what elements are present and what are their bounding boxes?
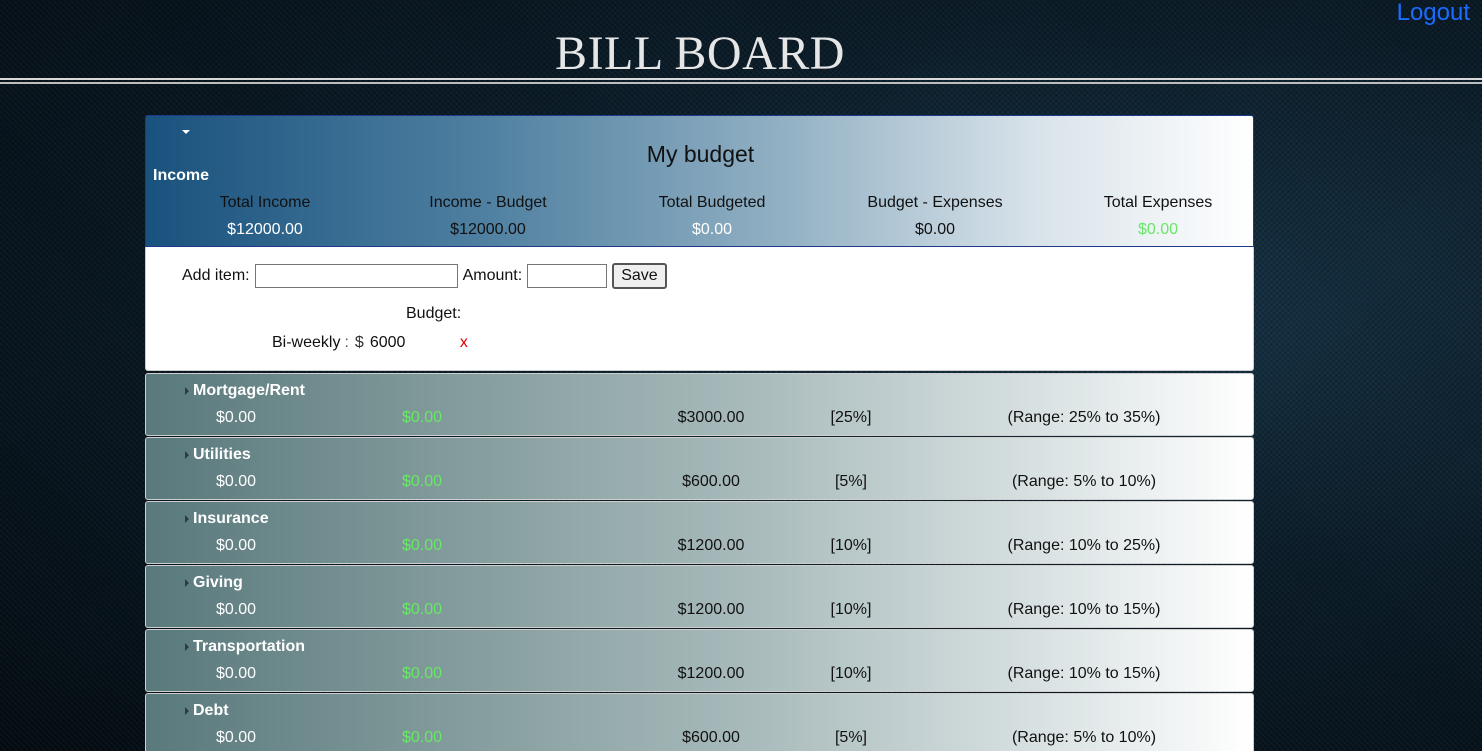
caret-down-icon[interactable] (182, 130, 190, 134)
category-name[interactable]: Transportation (193, 638, 305, 656)
category-percent: [5%] (834, 473, 867, 490)
currency-symbol: $ (354, 334, 364, 351)
category-budgeted: $1200.00 (677, 665, 745, 682)
category-percent: [10%] (830, 537, 872, 554)
stat-budget-minus-expenses: Budget - Expenses $0.00 (820, 194, 1050, 239)
add-item-input[interactable] (254, 264, 458, 288)
stat-label: Total Budgeted (658, 194, 766, 211)
category-spent: $0.00 (215, 409, 257, 426)
stat-label: Total Expenses (1103, 194, 1213, 211)
category-name[interactable]: Giving (193, 574, 243, 592)
stat-value: $0.00 (1137, 221, 1179, 238)
delete-entry-button[interactable]: x (460, 334, 468, 352)
site-title: BILL BOARD (555, 27, 845, 80)
stat-value: $0.00 (914, 221, 956, 238)
category-range: (Range: 25% to 35%) (1007, 409, 1161, 426)
category-remaining: $0.00 (401, 729, 443, 746)
category-name[interactable]: Mortgage/Rent (193, 382, 305, 400)
category-row[interactable]: Mortgage/Rent $0.00 $0.00 $3000.00 [25%] (Ran… (145, 373, 1254, 436)
income-entry-row: Bi-weekly : $ 6000 x (272, 334, 468, 352)
category-percent: [5%] (834, 729, 867, 746)
category-remaining: $0.00 (401, 473, 443, 490)
stat-total-income: Total Income $12000.00 (150, 194, 380, 239)
category-spent: $0.00 (215, 537, 257, 554)
category-row[interactable]: Utilities $0.00 $0.00 $600.00 [5%] (Range: 5%… (145, 437, 1254, 500)
category-remaining: $0.00 (401, 601, 443, 618)
stat-total-budgeted: Total Budgeted $0.00 (597, 194, 827, 239)
category-percent: [10%] (830, 601, 872, 618)
category-range: (Range: 5% to 10%) (1011, 729, 1157, 746)
category-remaining: $0.00 (401, 665, 443, 682)
category-spent: $0.00 (215, 665, 257, 682)
category-range: (Range: 5% to 10%) (1011, 473, 1157, 490)
income-entry-name[interactable]: Bi-weekly (272, 334, 340, 352)
amount-input[interactable] (527, 264, 608, 288)
income-entry-colon: : (344, 334, 349, 351)
category-remaining: $0.00 (401, 537, 443, 554)
category-row[interactable]: Insurance $0.00 $0.00 $1200.00 [10%] (Range: … (145, 501, 1254, 564)
income-body: Add item: Amount: Save Budget: Bi-weekly… (145, 247, 1254, 371)
category-spent: $0.00 (215, 601, 257, 618)
amount-label: Amount: (462, 267, 523, 284)
category-budgeted: $600.00 (682, 473, 740, 490)
caret-right-icon[interactable] (185, 451, 189, 459)
budget-panel: My budget Income Total Income $12000.00 … (145, 115, 1254, 751)
category-budgeted: $1200.00 (677, 601, 745, 618)
category-spent: $0.00 (215, 473, 257, 490)
category-name[interactable]: Insurance (193, 510, 269, 528)
category-range: (Range: 10% to 15%) (1007, 601, 1161, 618)
category-spent: $0.00 (215, 729, 257, 746)
caret-right-icon[interactable] (185, 579, 189, 587)
category-percent: [10%] (830, 665, 872, 682)
income-entry-amount[interactable]: 6000 (370, 334, 460, 352)
category-budgeted: $1200.00 (677, 537, 745, 554)
category-name[interactable]: Utilities (193, 446, 251, 464)
caret-right-icon[interactable] (185, 707, 189, 715)
category-name[interactable]: Debt (193, 702, 229, 720)
save-button[interactable]: Save (612, 263, 667, 289)
category-row[interactable]: Debt $0.00 $0.00 $600.00 [5%] (Range: 5% to 1… (145, 693, 1254, 751)
stat-value: $0.00 (691, 221, 733, 238)
category-remaining: $0.00 (401, 409, 443, 426)
category-budgeted: $3000.00 (677, 409, 745, 426)
stat-value: $12000.00 (227, 221, 303, 238)
logout-link[interactable]: Logout (1397, 0, 1470, 26)
stat-label: Total Income (219, 194, 311, 211)
stat-income-minus-budget: Income - Budget $12000.00 (373, 194, 603, 239)
income-section-label: Income (153, 167, 210, 184)
category-budgeted: $600.00 (682, 729, 740, 746)
category-range: (Range: 10% to 25%) (1007, 537, 1161, 554)
stat-label: Income - Budget (429, 194, 547, 211)
category-percent: [25%] (830, 409, 872, 426)
caret-right-icon[interactable] (185, 387, 189, 395)
category-row[interactable]: Giving $0.00 $0.00 $1200.00 [10%] (Range: 10%… (145, 565, 1254, 628)
header-divider (0, 78, 1482, 84)
stat-label: Budget - Expenses (867, 194, 1003, 211)
caret-right-icon[interactable] (185, 515, 189, 523)
budget-title: My budget (646, 141, 755, 167)
category-row[interactable]: Transportation $0.00 $0.00 $1200.00 [10%] (Ra… (145, 629, 1254, 692)
stat-value: $12000.00 (450, 221, 526, 238)
add-item-label: Add item: (182, 267, 250, 284)
category-range: (Range: 10% to 15%) (1007, 665, 1161, 682)
add-item-form: Add item: Amount: Save (182, 263, 667, 289)
caret-right-icon[interactable] (185, 643, 189, 651)
budget-label: Budget: (406, 305, 462, 322)
stat-total-expenses: Total Expenses $0.00 (1043, 194, 1273, 239)
income-header[interactable]: My budget Income Total Income $12000.00 … (145, 115, 1254, 247)
